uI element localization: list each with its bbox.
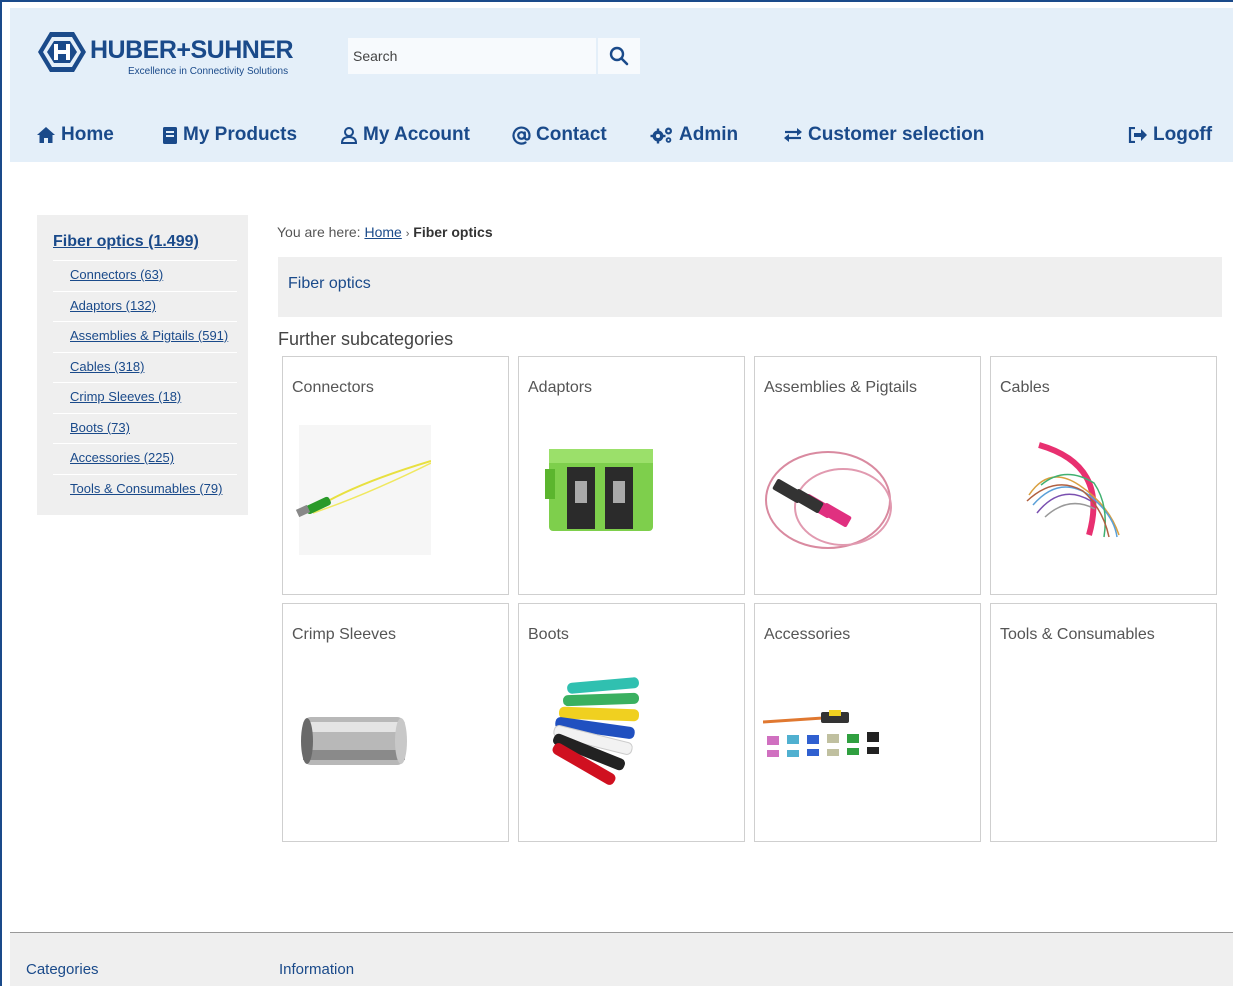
sidebar-item-tools-consumables[interactable]: Tools & Consumables (79) [70, 481, 222, 496]
main-nav: Home My Products My Account Contact Admi… [10, 120, 1233, 156]
book-icon [163, 126, 177, 144]
subcategory-tile-adaptors[interactable]: Adaptors [518, 356, 745, 595]
footer-categories[interactable]: Categories [26, 961, 99, 978]
tile-label: Assemblies & Pigtails [764, 379, 917, 396]
brand-tagline: Excellence in Connectivity Solutions [128, 66, 289, 77]
sidebar-divider [53, 443, 237, 444]
sidebar-heading-fiber-optics[interactable]: Fiber optics (1.499) [53, 233, 199, 251]
sidebar-item-boots[interactable]: Boots (73) [70, 420, 130, 435]
tile-label: Cables [1000, 379, 1050, 396]
breadcrumb-home-link[interactable]: Home [364, 224, 401, 240]
sidebar-item-cables[interactable]: Cables (318) [70, 359, 144, 374]
sidebar-item-adaptors[interactable]: Adaptors (132) [70, 298, 156, 313]
nav-contact[interactable]: Contact [512, 124, 607, 146]
tile-label: Adaptors [528, 379, 593, 396]
tile-label: Connectors [292, 379, 374, 396]
sidebar-divider [53, 382, 237, 383]
nav-logoff[interactable]: Logoff [1128, 124, 1212, 146]
search-icon [609, 46, 629, 66]
sidebar-divider [53, 474, 237, 475]
tile-label: Tools & Consumables [1000, 626, 1155, 643]
nav-my-account[interactable]: My Account [340, 124, 470, 146]
sidebar-divider [53, 352, 237, 353]
sidebar-item-assemblies-pigtails[interactable]: Assemblies & Pigtails (591) [70, 328, 228, 343]
sidebar-divider [53, 291, 237, 292]
adaptor-image [545, 449, 653, 531]
tile-label: Accessories [764, 626, 851, 643]
sidebar-item-connectors[interactable]: Connectors (63) [70, 267, 163, 282]
nav-customer-selection[interactable]: Customer selection [783, 124, 984, 146]
tile-label: Crimp Sleeves [292, 626, 397, 643]
nav-home-label: Home [61, 124, 114, 145]
exchange-icon [784, 128, 802, 142]
sidebar-divider [53, 321, 237, 322]
nav-customer-selection-label: Customer selection [808, 124, 985, 145]
nav-contact-label: Contact [536, 124, 607, 145]
footer-information[interactable]: Information [279, 961, 354, 978]
footer: Categories Information [10, 932, 1233, 986]
home-icon [37, 127, 55, 143]
boots-image [552, 677, 640, 785]
breadcrumb-separator: › [405, 228, 410, 240]
nav-admin-label: Admin [679, 124, 739, 145]
subcategory-tile-crimp-sleeves[interactable]: Crimp Sleeves [282, 603, 509, 842]
subcategory-tile-cables[interactable]: Cables [990, 356, 1217, 595]
sign-out-icon [1128, 127, 1147, 143]
subcategories-heading: Further subcategories [278, 329, 454, 349]
nav-admin[interactable]: Admin [650, 124, 738, 146]
subcategory-tile-assemblies-pigtails[interactable]: Assemblies & Pigtails [754, 356, 981, 595]
nav-logoff-label: Logoff [1153, 124, 1213, 145]
nav-my-account-label: My Account [363, 124, 470, 145]
brand-logo-icon [38, 32, 86, 72]
tile-label: Boots [528, 626, 569, 643]
at-sign-icon [512, 126, 531, 145]
header: HUBER+SUHNER Excellence in Connectivity … [10, 8, 1233, 162]
breadcrumb: You are here: Home › Fiber optics [277, 224, 493, 240]
category-title-banner: Fiber optics [278, 257, 1222, 317]
nav-my-products[interactable]: My Products [162, 124, 297, 146]
brand-logo[interactable]: HUBER+SUHNER Excellence in Connectivity … [38, 28, 298, 80]
gears-icon [650, 127, 672, 144]
search-box [348, 38, 640, 74]
connector-image [295, 425, 431, 555]
search-input[interactable] [348, 38, 596, 74]
subcategory-tile-accessories[interactable]: Accessories [754, 603, 981, 842]
user-icon [340, 127, 358, 144]
nav-home[interactable]: Home [36, 124, 114, 146]
crimp-sleeve-image [301, 717, 407, 765]
accessories-image [763, 710, 879, 757]
subcategory-tile-tools-consumables[interactable]: Tools & Consumables [990, 603, 1217, 842]
sidebar-divider [53, 260, 237, 261]
brand-name: HUBER+SUHNER [90, 36, 294, 64]
sidebar-divider [53, 413, 237, 414]
sidebar-item-accessories[interactable]: Accessories (225) [70, 450, 174, 465]
search-button[interactable] [598, 38, 640, 74]
category-title: Fiber optics [288, 275, 371, 292]
breadcrumb-current: Fiber optics [413, 224, 493, 240]
subcategory-tile-connectors[interactable]: Connectors [282, 356, 509, 595]
subcategory-tile-boots[interactable]: Boots [518, 603, 745, 842]
assembly-image [765, 451, 892, 549]
category-sidebar: Fiber optics (1.499) Connectors (63) Ada… [37, 215, 248, 515]
nav-my-products-label: My Products [183, 124, 298, 145]
sidebar-item-crimp-sleeves[interactable]: Crimp Sleeves (18) [70, 389, 181, 404]
cable-image [1026, 442, 1120, 538]
breadcrumb-prefix: You are here: [277, 224, 361, 240]
